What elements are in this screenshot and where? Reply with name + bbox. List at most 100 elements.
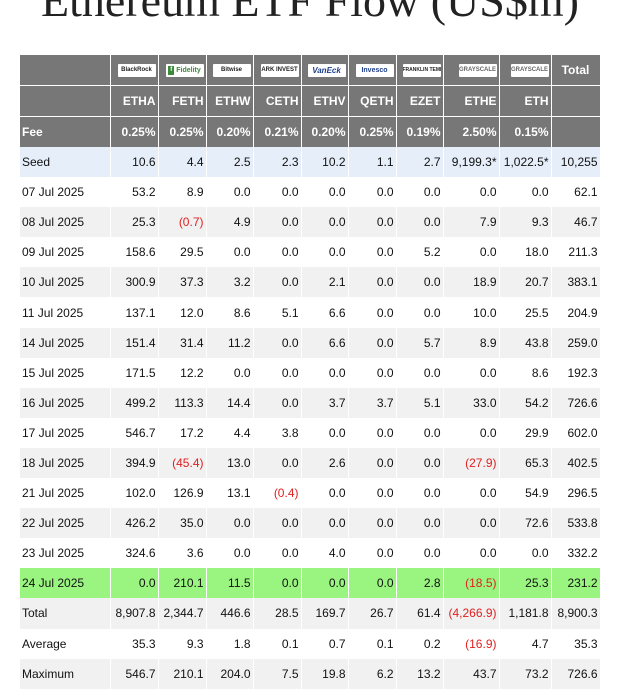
flow-cell: 18.9 (443, 267, 500, 298)
flow-cell: 113.3 (158, 387, 207, 418)
table-row: 16 Jul 2025 499.2 113.3 14.4 0.0 3.7 3.7 5.1 33.… (20, 387, 601, 418)
flow-cell: 8.9 (443, 327, 500, 358)
flow-cell: 19.8 (301, 658, 349, 689)
flow-cell: 0.1 (253, 628, 302, 659)
flow-cell: 158.6 (110, 237, 159, 268)
flow-cell: 0.0 (348, 177, 397, 208)
flow-cell: 0.0 (348, 538, 397, 569)
fee-cell: 0.20% (206, 116, 254, 147)
flow-cell: 35.0 (158, 508, 207, 539)
flow-cell: 0.0 (443, 237, 500, 268)
flow-cell: 3.7 (301, 387, 349, 418)
flow-cell: 0.0 (443, 508, 500, 539)
flow-cell: 0.0 (348, 478, 397, 509)
flow-cell: 0.0 (396, 538, 444, 569)
flow-cell: 169.7 (301, 598, 349, 629)
ticker-header: QETH (348, 85, 397, 117)
invesco-logo: Invesco (355, 64, 394, 78)
flow-cell: 0.0 (396, 357, 444, 388)
flow-cell: 499.2 (110, 387, 159, 418)
table-row: 21 Jul 2025 102.0 126.9 13.1 (0.4) 0.0 0.0 0.0 0… (20, 478, 601, 509)
flow-cell: 7.5 (253, 658, 302, 689)
flow-cell: (45.4) (158, 447, 207, 479)
table-row: 10 Jul 2025 300.9 37.3 3.2 0.0 2.1 0.0 0.0 18.9 2… (20, 267, 601, 298)
fee-cell: 0.25% (348, 116, 397, 147)
flow-cell: 0.0 (206, 357, 254, 388)
flow-cell: 0.0 (301, 568, 349, 599)
flow-cell: 0.0 (396, 207, 444, 238)
flow-cell: 8.6 (499, 357, 552, 388)
flow-cell: 151.4 (110, 327, 159, 358)
flow-cell: 0.0 (253, 447, 302, 479)
flow-cell: 13.0 (206, 447, 254, 479)
flow-cell: 0.0 (348, 568, 397, 599)
flow-cell: 0.1 (348, 628, 397, 659)
flow-cell: 546.7 (110, 417, 159, 448)
ticker-total-cell (551, 85, 601, 117)
corner-cell (20, 55, 111, 86)
flow-cell: 43.8 (499, 327, 552, 358)
fee-cell: 0.20% (301, 116, 349, 147)
flow-cell: 2.7 (396, 147, 444, 178)
flow-cell: 17.2 (158, 417, 207, 448)
flow-cell: 0.0 (348, 267, 397, 298)
flow-cell: (18.5) (443, 568, 500, 599)
flow-cell: 31.4 (158, 327, 207, 358)
flow-cell: 0.0 (301, 417, 349, 448)
row-label: 17 Jul 2025 (20, 417, 111, 448)
flow-cell: 0.0 (253, 237, 302, 268)
flow-cell: 546.7 (110, 658, 159, 689)
flow-cell: 14.4 (206, 387, 254, 418)
flow-cell: 204.0 (206, 658, 254, 689)
flow-cell: 10.2 (301, 147, 349, 178)
flow-cell: 0.0 (396, 417, 444, 448)
row-total-cell: 726.6 (551, 658, 601, 689)
row-total-cell: 204.9 (551, 297, 601, 328)
flow-cell: 324.6 (110, 538, 159, 569)
flow-cell: 0.0 (499, 538, 552, 569)
fee-cell: 2.50% (443, 116, 500, 147)
table-row: 18 Jul 2025 394.9 (45.4) 13.0 0.0 2.6 0.0 0.0 (2… (20, 447, 601, 479)
flow-cell: 6.2 (348, 658, 397, 689)
flow-cell: 61.4 (396, 598, 444, 629)
ticker-header: CETH (253, 85, 302, 117)
row-label: 07 Jul 2025 (20, 177, 111, 208)
row-label: 10 Jul 2025 (20, 267, 111, 298)
fee-cell: 0.19% (396, 116, 444, 147)
row-label: 22 Jul 2025 (20, 508, 111, 539)
flow-cell: 0.0 (443, 357, 500, 388)
flow-cell: 11.2 (206, 327, 254, 358)
flow-cell: 0.0 (348, 508, 397, 539)
flow-cell: 171.5 (110, 357, 159, 388)
flow-cell: 210.1 (158, 568, 207, 599)
flow-cell: 54.2 (499, 387, 552, 418)
bitwise-logo: Bitwise (212, 64, 251, 78)
table-row: 23 Jul 2025 324.6 3.6 0.0 0.0 4.0 0.0 0.0 0.0 0.0… (20, 538, 601, 569)
flow-cell: 8,907.8 (110, 598, 159, 629)
fidelity-logo: f Fidelity (165, 64, 204, 78)
table-row: Maximum 546.7 210.1 204.0 7.5 19.8 6.2 13.2 43.7… (20, 658, 601, 689)
grayscale-logo: GRAYSCALE (458, 64, 497, 78)
flow-cell: 0.0 (443, 177, 500, 208)
flow-cell: 35.3 (110, 628, 159, 659)
fee-cell: 0.25% (110, 116, 159, 147)
flow-cell: 0.7 (301, 628, 349, 659)
flow-cell: 5.1 (253, 297, 302, 328)
flow-cell: 29.9 (499, 417, 552, 448)
row-label: 21 Jul 2025 (20, 478, 111, 509)
flow-cell: 29.5 (158, 237, 207, 268)
flow-cell: 12.2 (158, 357, 207, 388)
flow-cell: (4,266.9) (443, 598, 500, 629)
row-total-cell: 259.0 (551, 327, 601, 358)
row-total-cell: 383.1 (551, 267, 601, 298)
flow-cell: 5.7 (396, 327, 444, 358)
ticker-corner-cell (20, 85, 111, 117)
table-row: 08 Jul 2025 25.3 (0.7) 4.9 0.0 0.0 0.0 0.0 7.9 9.… (20, 207, 601, 238)
flow-cell: 0.0 (396, 478, 444, 509)
row-total-cell: 231.2 (551, 568, 601, 599)
grayscale-logo: GRAYSCALE (510, 64, 549, 78)
fee-cell: 0.21% (253, 116, 302, 147)
table-row: Seed 10.6 4.4 2.5 2.3 10.2 1.1 2.7 9,199.3* 1,022… (20, 147, 601, 178)
flow-cell: 394.9 (110, 447, 159, 479)
row-total-cell: 533.8 (551, 508, 601, 539)
